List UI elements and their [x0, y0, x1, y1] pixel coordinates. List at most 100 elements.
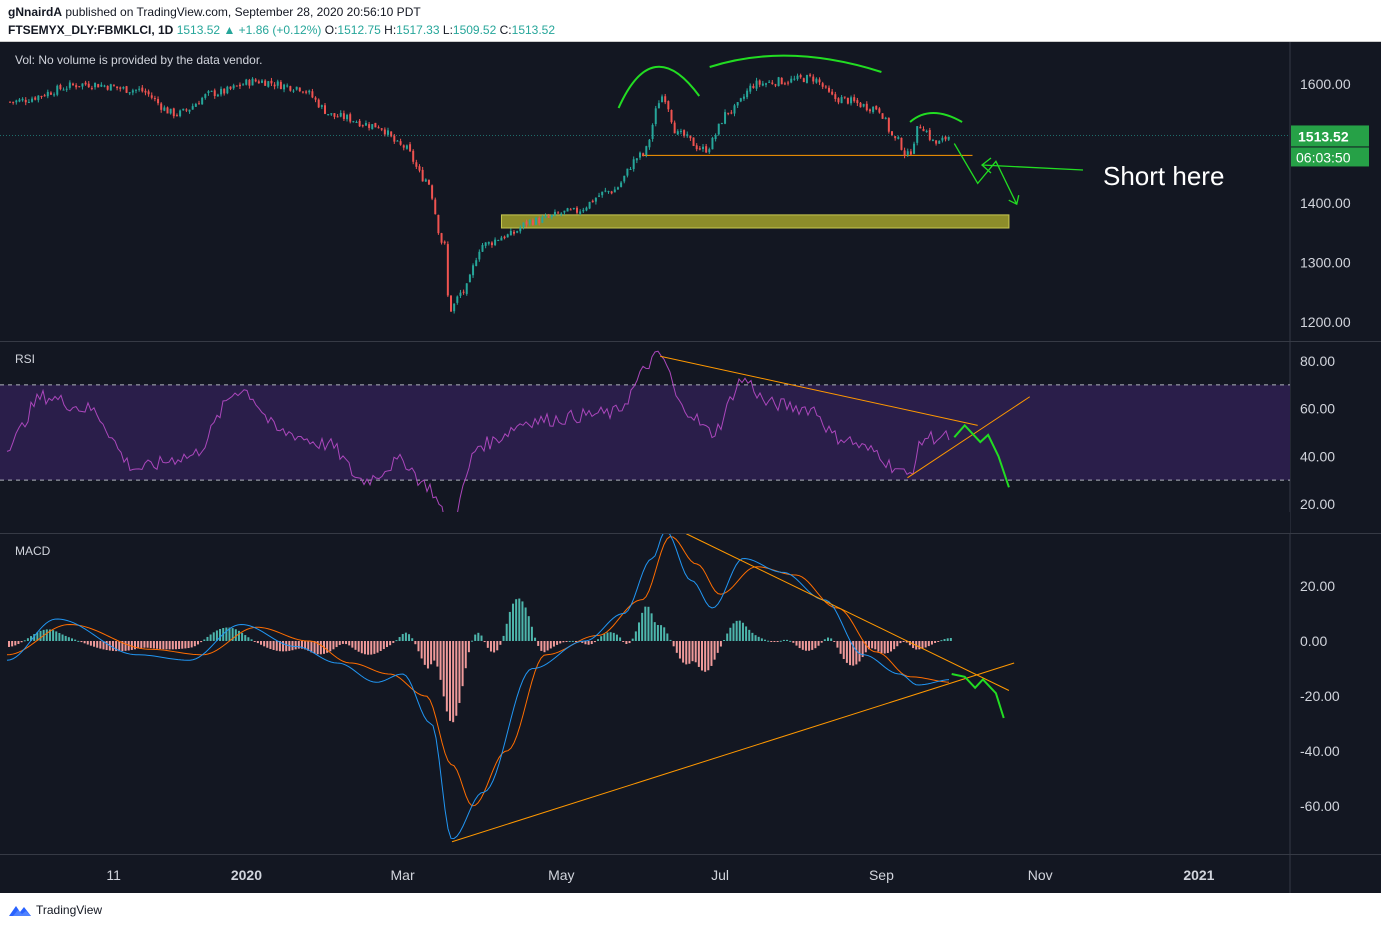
- footer-brand: TradingView: [36, 903, 103, 917]
- candle-body: [783, 83, 786, 85]
- candle-body: [314, 97, 317, 100]
- candle-body: [267, 81, 270, 87]
- histogram-bar: [458, 641, 461, 703]
- candle-body: [610, 191, 613, 194]
- candle-body: [774, 84, 777, 86]
- histogram-bar: [486, 641, 489, 648]
- candle-body: [475, 260, 478, 266]
- histogram-bar: [420, 641, 423, 659]
- histogram-bar: [219, 629, 222, 641]
- histogram-bar: [559, 641, 562, 644]
- candle-body: [138, 88, 141, 90]
- candle-body: [40, 95, 43, 97]
- candle-body: [828, 87, 830, 92]
- histogram-bar: [937, 641, 940, 642]
- histogram-bar: [52, 630, 55, 641]
- candle-body: [862, 104, 865, 107]
- histogram-bar: [600, 636, 603, 641]
- histogram-bar: [414, 641, 417, 645]
- histogram-bar: [250, 639, 253, 641]
- candle-body: [938, 140, 941, 144]
- histogram-bar: [77, 640, 80, 642]
- histogram-bar: [855, 641, 858, 665]
- candle-body: [651, 124, 654, 139]
- candle-body: [472, 265, 475, 276]
- low-value: 1509.52: [452, 23, 497, 37]
- candle-body: [374, 122, 377, 128]
- candle-body: [821, 83, 824, 87]
- histogram-bar: [266, 641, 269, 648]
- candle-body: [834, 94, 837, 99]
- short-here-annotation: Short here: [1103, 161, 1224, 191]
- histogram-bar: [64, 635, 67, 641]
- histogram-bar: [171, 641, 174, 650]
- candle-body: [53, 94, 56, 96]
- candle-body: [812, 76, 815, 82]
- histogram-bar: [530, 626, 533, 641]
- candle-body: [547, 216, 550, 218]
- open-value: 1512.75: [337, 23, 381, 37]
- histogram-bar: [8, 641, 10, 647]
- histogram-bar: [483, 641, 486, 643]
- candle-body: [881, 113, 884, 119]
- candle-body: [116, 86, 119, 89]
- candle-body: [320, 105, 323, 107]
- histogram-bar: [370, 641, 373, 655]
- histogram-bar: [449, 641, 451, 721]
- candle-body: [528, 219, 531, 224]
- candle-body: [342, 113, 345, 119]
- histogram-bar: [556, 641, 559, 645]
- rsi-title: RSI: [15, 352, 35, 366]
- candle-body: [481, 245, 484, 252]
- histogram-bar: [395, 640, 398, 642]
- histogram-bar: [200, 641, 203, 643]
- histogram-bar: [521, 601, 524, 641]
- histogram-bar: [751, 632, 754, 641]
- candle-body: [368, 124, 371, 128]
- histogram-bar: [691, 641, 694, 662]
- candle-body: [708, 149, 711, 153]
- histogram-bar: [754, 635, 757, 641]
- candle-body: [235, 85, 238, 87]
- chart-area[interactable]: Short here Vol: No volume is provided by …: [0, 42, 1381, 893]
- candle-body: [824, 86, 827, 88]
- histogram-bar: [732, 623, 735, 641]
- symbol-name[interactable]: FTSEMYX_DLY:FBMKLCI, 1D: [8, 23, 173, 37]
- publish-info: gNnairdA published on TradingView.com, S…: [8, 5, 421, 19]
- candle-body: [535, 217, 538, 225]
- candle-body: [311, 91, 314, 98]
- candle-body: [909, 151, 912, 155]
- time-axis-label: Mar: [391, 867, 415, 883]
- candle-body: [223, 88, 226, 94]
- candle-body: [402, 145, 405, 148]
- candle-body: [56, 85, 59, 95]
- histogram-bar: [17, 641, 20, 644]
- histogram-bar: [924, 641, 927, 648]
- candle-body: [175, 115, 178, 117]
- candle-body: [853, 97, 856, 102]
- histogram-bar: [319, 641, 322, 655]
- histogram-bar: [880, 641, 883, 654]
- candle-body: [894, 136, 897, 139]
- histogram-bar: [918, 641, 921, 650]
- candle-body: [519, 227, 522, 232]
- price-change: +1.86 (+0.12%): [238, 23, 322, 37]
- candle-body: [358, 120, 361, 127]
- tradingview-logo-icon: [9, 906, 31, 916]
- histogram-bar: [943, 639, 946, 641]
- histogram-bar: [130, 641, 133, 650]
- candle-body: [18, 99, 21, 102]
- publisher-user[interactable]: gNnairdA: [8, 5, 62, 19]
- tradingview-logo[interactable]: TradingView: [8, 903, 102, 917]
- candle-body: [642, 153, 645, 156]
- histogram-bar: [839, 641, 842, 654]
- histogram-bar: [540, 641, 543, 651]
- histogram-bar: [606, 632, 609, 641]
- candle-body: [279, 81, 282, 90]
- candle-body: [198, 103, 200, 105]
- histogram-bar: [849, 641, 852, 666]
- candle-body: [418, 166, 421, 171]
- histogram-bar: [351, 641, 354, 648]
- macd-axis-label: 20.00: [1300, 578, 1335, 594]
- histogram-bar: [178, 641, 181, 649]
